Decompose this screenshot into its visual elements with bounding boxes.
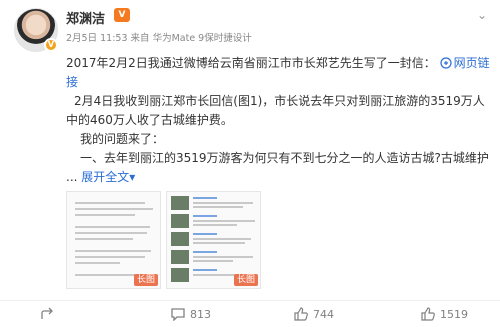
post-line-6: 一、去年到丽江的3519万游客为何只有不到七分之一的人造访古城?古城维护 xyxy=(80,151,489,165)
web-link-tail[interactable]: 接 xyxy=(66,73,488,92)
vip-badge-icon: V xyxy=(114,8,130,22)
chevron-down-icon[interactable]: ⌄ xyxy=(473,8,491,22)
post-line-3: 2月4日我收到丽江郑市长回信(图1)，市长说去年只对到丽江旅游的3519万人 xyxy=(74,94,485,108)
thumbs-up-icon xyxy=(294,307,308,321)
image-thumbnail-letter[interactable]: 长图 xyxy=(66,191,161,289)
post-line-1: 2017年2月2日我通过微博给云南省丽江市市长郑艺先生写了一封信： 网页链 xyxy=(66,56,490,70)
image-thumbnail-screenshot[interactable]: 长图 xyxy=(166,191,261,289)
long-image-tag: 长图 xyxy=(133,274,158,286)
expand-button[interactable]: 展开全文▾ xyxy=(81,170,135,184)
share-button[interactable] xyxy=(40,307,60,323)
post-time[interactable]: 2月5日 11:53 xyxy=(66,33,128,44)
action-bar: 813 744 1519 xyxy=(0,300,500,327)
share-icon xyxy=(41,307,53,319)
comment-icon xyxy=(171,308,185,321)
comment-button[interactable]: 813 xyxy=(170,307,211,323)
web-link[interactable]: 网页链 xyxy=(440,56,490,70)
post-source[interactable]: 华为Mate 9保时捷设计 xyxy=(153,33,252,44)
like-count-button[interactable]: 1519 xyxy=(420,307,468,323)
post-meta: 2月5日 11:53 来自 华为Mate 9保时捷设计 xyxy=(66,30,252,44)
verified-badge-icon: V xyxy=(44,38,58,52)
post-line-5: 我的问题来了： xyxy=(80,132,165,146)
thumbs-up-icon xyxy=(421,307,435,321)
post-body: 2017年2月2日我通过微博给云南省丽江市市长郑艺先生写了一封信： 网页链 接 … xyxy=(66,54,490,187)
link-icon xyxy=(440,57,452,69)
long-image-tag: 长图 xyxy=(233,274,258,286)
image-thumbnails: 长图 长图 xyxy=(66,191,262,289)
post-line-7: ... 展开全文▾ xyxy=(66,170,136,184)
post-line-4: 中的460万人收了古城维护费。 xyxy=(66,113,233,127)
like-button[interactable]: 744 xyxy=(293,307,334,323)
username[interactable]: 郑渊洁 xyxy=(66,8,105,27)
source-prefix: 来自 xyxy=(130,33,150,44)
weibo-post-card: V 郑渊洁 V ⌄ 2月5日 11:53 来自 华为Mate 9保时捷设计 20… xyxy=(0,0,500,327)
